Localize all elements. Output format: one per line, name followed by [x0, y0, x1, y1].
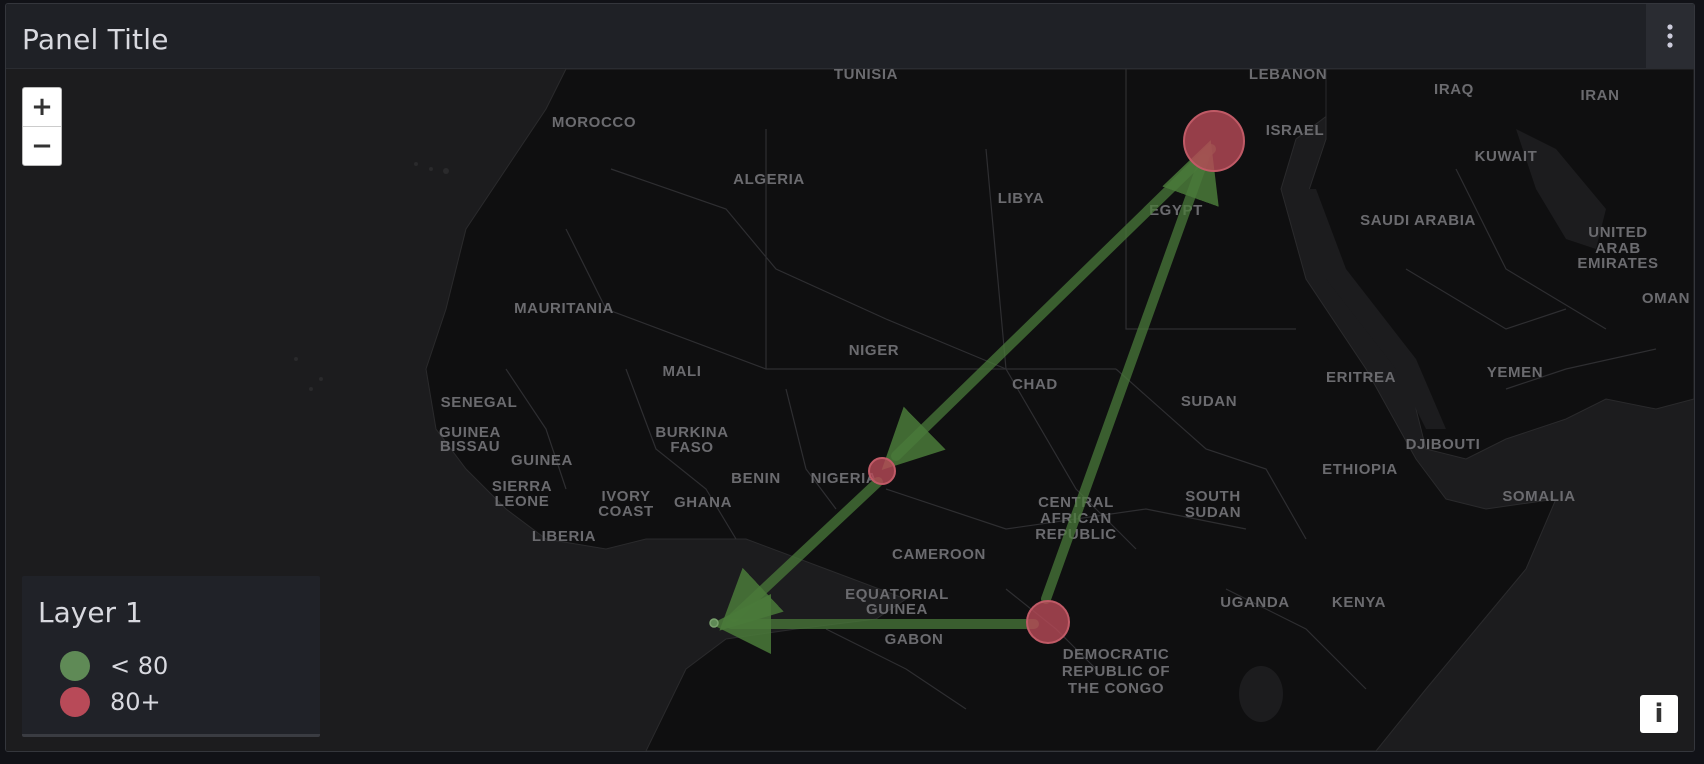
label-somalia: SOMALIA — [1502, 488, 1575, 505]
label-south-sudan-2: SUDAN — [1185, 504, 1241, 521]
label-gabon: GABON — [885, 631, 944, 648]
more-vertical-icon — [1667, 24, 1673, 48]
label-ivory-2: COAST — [598, 503, 654, 520]
legend-label-low: < 80 — [110, 652, 169, 680]
label-yemen: YEMEN — [1487, 364, 1543, 381]
label-ethiopia: ETHIOPIA — [1322, 461, 1398, 478]
zoom-out-button[interactable]: − — [23, 126, 61, 165]
label-uae-1: UNITED — [1588, 224, 1647, 241]
label-burkina-2: FASO — [670, 439, 713, 456]
label-kenya: KENYA — [1332, 594, 1386, 611]
label-iraq: IRAQ — [1434, 81, 1474, 98]
label-lebanon: LEBANON — [1249, 69, 1327, 83]
label-sudan: SUDAN — [1181, 393, 1237, 410]
label-mauritania: MAURITANIA — [514, 300, 614, 317]
label-south-sudan-1: SOUTH — [1185, 488, 1241, 505]
label-eq-guinea-2: GUINEA — [866, 601, 928, 618]
marker-nigeria[interactable] — [868, 457, 896, 485]
label-eritrea: ERITREA — [1326, 369, 1396, 386]
label-sierra-2: LEONE — [495, 493, 550, 510]
label-nigeria: NIGERIA — [811, 470, 878, 487]
label-morocco: MOROCCO — [552, 114, 636, 131]
zoom-in-button[interactable]: + — [23, 88, 61, 126]
map-legend: Layer 1 < 80 80+ — [22, 576, 320, 737]
panel: Panel Title TUNISIA LEBANON IRAQ IRAN MO… — [5, 3, 1695, 752]
legend-item-high: 80+ — [60, 687, 161, 717]
legend-swatch-green — [60, 651, 90, 681]
label-djibouti: DJIBOUTI — [1406, 436, 1481, 453]
label-guinea-bissau-2: BISSAU — [440, 438, 500, 455]
label-tunisia: TUNISIA — [834, 69, 898, 83]
info-button[interactable]: i — [1640, 695, 1678, 733]
label-chad: CHAD — [1012, 376, 1058, 393]
label-oman: OMAN — [1642, 290, 1690, 307]
label-benin: BENIN — [731, 470, 781, 487]
label-algeria: ALGERIA — [733, 171, 805, 188]
label-cameroon: CAMEROON — [892, 546, 986, 563]
label-libya: LIBYA — [998, 190, 1045, 207]
label-saudi-arabia: SAUDI ARABIA — [1360, 212, 1476, 229]
label-uae-3: EMIRATES — [1577, 255, 1658, 272]
label-niger: NIGER — [849, 342, 900, 359]
label-iran: IRAN — [1580, 87, 1619, 104]
marker-gulf-of-guinea[interactable] — [709, 618, 719, 628]
label-kuwait: KUWAIT — [1475, 148, 1538, 165]
legend-label-high: 80+ — [110, 688, 161, 716]
label-drc-1: DEMOCRATIC — [1063, 646, 1170, 663]
legend-title: Layer 1 — [38, 596, 143, 629]
label-ghana: GHANA — [674, 494, 732, 511]
panel-header: Panel Title — [6, 4, 1694, 69]
legend-item-low: < 80 — [60, 651, 168, 681]
label-uganda: UGANDA — [1220, 594, 1289, 611]
label-liberia: LIBERIA — [532, 528, 596, 545]
marker-drc[interactable] — [1026, 600, 1070, 644]
label-israel: ISRAEL — [1266, 122, 1325, 139]
label-mali: MALI — [662, 363, 701, 380]
label-drc-3: THE CONGO — [1068, 680, 1164, 697]
label-guinea: GUINEA — [511, 452, 573, 469]
marker-egypt[interactable] — [1183, 110, 1245, 172]
label-senegal: SENEGAL — [441, 394, 518, 411]
panel-title: Panel Title — [22, 23, 169, 56]
legend-swatch-red — [60, 687, 90, 717]
zoom-control: + − — [22, 87, 62, 166]
panel-menu-button[interactable] — [1646, 4, 1694, 68]
label-drc-2: REPUBLIC OF — [1062, 663, 1170, 680]
